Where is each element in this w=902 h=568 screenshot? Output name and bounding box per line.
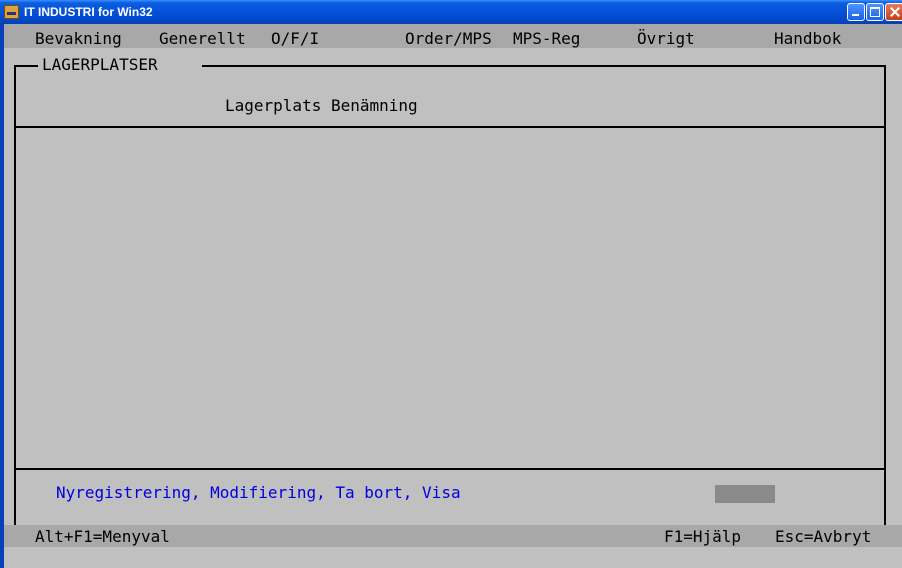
status-help: F1=Hjälp: [664, 527, 742, 546]
menu-order-mps[interactable]: Order/MPS: [405, 30, 492, 48]
maximize-button[interactable]: [866, 3, 884, 21]
input-field[interactable]: [715, 485, 775, 503]
footer-divider: [14, 468, 884, 470]
window-title: IT INDUSTRI for Win32: [24, 5, 153, 19]
list-area[interactable]: [16, 128, 882, 468]
action-options[interactable]: Nyregistrering, Modifiering, Ta bort, Vi…: [56, 484, 461, 502]
menu-bar: Bevakning Generellt O/F/I Order/MPS MPS-…: [4, 24, 902, 48]
menu-ofi[interactable]: O/F/I: [271, 30, 319, 48]
menu-handbok[interactable]: Handbok: [774, 30, 841, 48]
app-icon[interactable]: [4, 5, 19, 19]
menu-mps-reg[interactable]: MPS-Reg: [513, 30, 580, 48]
status-menu-hint: Alt+F1=Menyval: [35, 527, 170, 546]
status-bar: Alt+F1=Menyval F1=Hjälp Esc=Avbryt: [4, 525, 902, 547]
title-bar[interactable]: IT INDUSTRI for Win32: [0, 0, 902, 24]
column-header: Lagerplats Benämning: [225, 96, 418, 115]
menu-generellt[interactable]: Generellt: [159, 30, 246, 48]
menu-bevakning[interactable]: Bevakning: [35, 30, 122, 48]
console-area: Bevakning Generellt O/F/I Order/MPS MPS-…: [4, 24, 902, 568]
close-button[interactable]: [885, 3, 902, 21]
minimize-button[interactable]: [847, 3, 865, 21]
menu-ovrigt[interactable]: Övrigt: [637, 30, 695, 48]
form-title: LAGERPLATSER: [42, 55, 158, 74]
status-abort: Esc=Avbryt: [775, 527, 872, 546]
